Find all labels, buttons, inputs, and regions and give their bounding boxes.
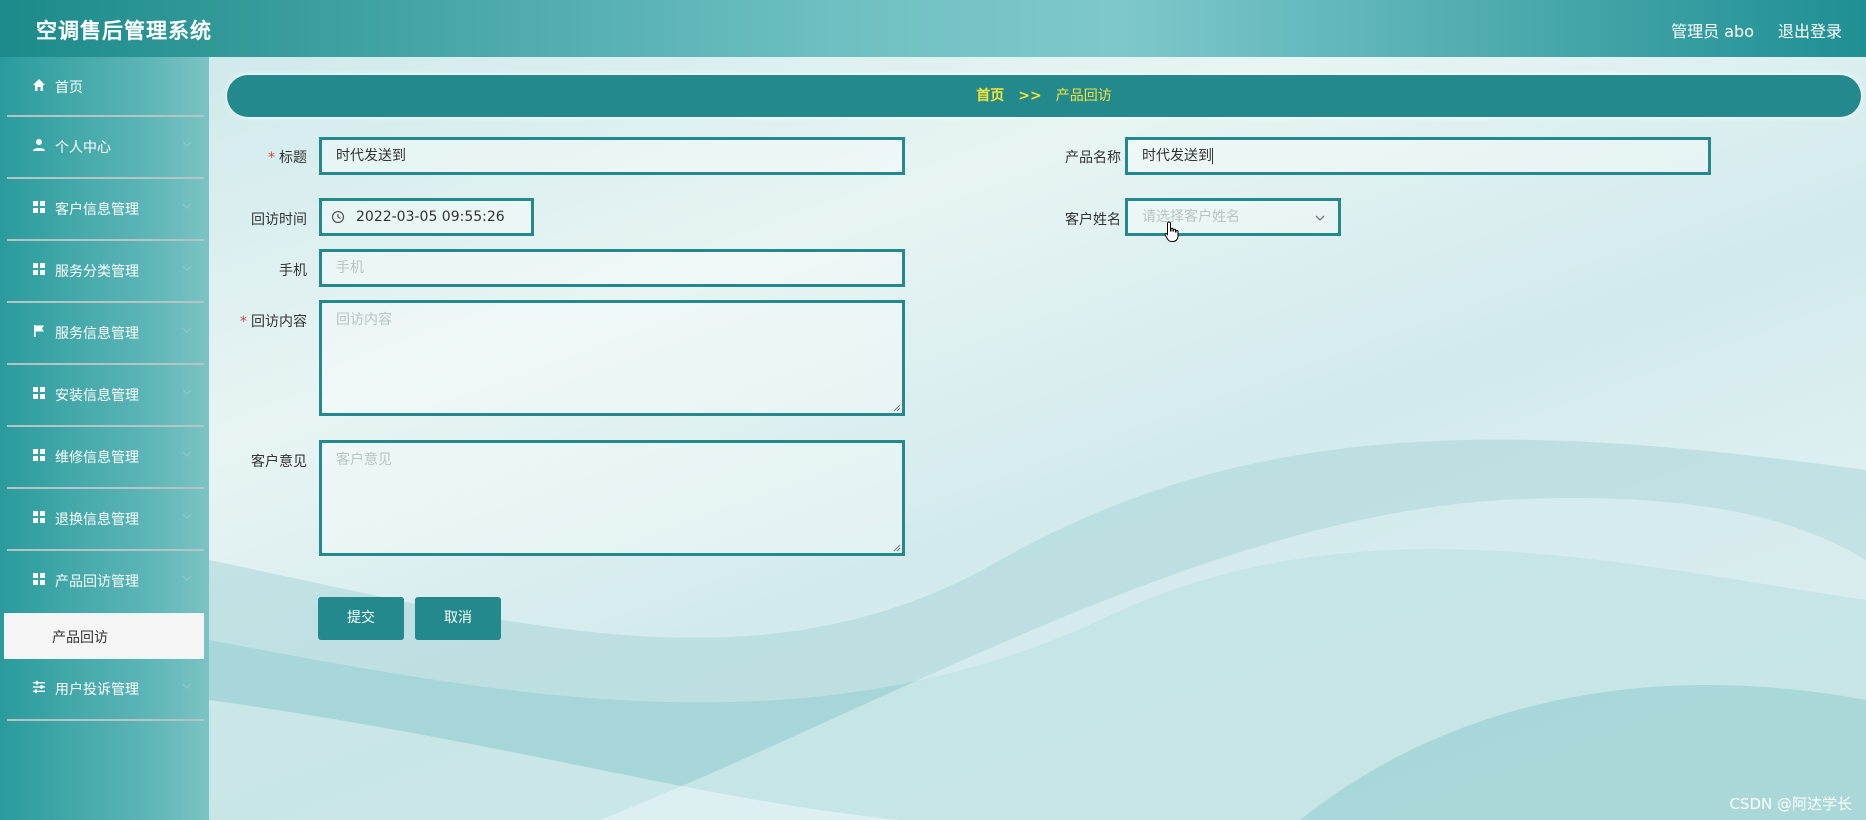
chevron-down-icon (182, 265, 192, 271)
breadcrumb-current: 产品回访 (1055, 88, 1112, 104)
chevron-down-icon (182, 327, 192, 333)
sidebar-item-label: 客户信息管理 (55, 202, 139, 218)
chevron-down-icon (182, 683, 192, 689)
clock-icon (331, 210, 345, 224)
home-icon (33, 79, 45, 91)
visit-content-label: * 回访内容 (240, 314, 307, 330)
chevron-down-icon (182, 203, 192, 209)
flag-icon (34, 325, 44, 337)
phone-input[interactable]: 手机 (319, 249, 905, 287)
sidebar: 首页 个人中心 客户信息管理 服务分类管理 服务信息管理 安装信息管理 维修信息… (0, 57, 209, 820)
grid-icon (33, 201, 45, 213)
title-label: * 标题 (268, 150, 307, 166)
sidebar-item-label: 退换信息管理 (55, 512, 139, 528)
required-mark: * (240, 314, 247, 330)
sidebar-item-complaint[interactable]: 用户投诉管理 (7, 659, 204, 721)
sidebar-item-label: 服务信息管理 (55, 326, 139, 342)
sidebar-item-label: 产品回访管理 (55, 574, 139, 590)
resize-handle-icon[interactable] (893, 404, 901, 412)
sidebar-item-install[interactable]: 安装信息管理 (7, 365, 204, 427)
chevron-down-icon (182, 389, 192, 395)
customer-opinion-label: 客户意见 (251, 454, 307, 470)
visit-content-placeholder: 回访内容 (336, 312, 392, 328)
required-mark: * (268, 150, 275, 166)
grid-icon (33, 387, 45, 399)
sidebar-item-service-category[interactable]: 服务分类管理 (7, 241, 204, 303)
user-label: 管理员 abo (1671, 22, 1754, 41)
sidebar-item-customer[interactable]: 客户信息管理 (7, 179, 204, 241)
chevron-down-icon (1315, 215, 1325, 221)
watermark: CSDN @阿达学长 (1729, 795, 1852, 813)
breadcrumb: 首页 >> 产品回访 (227, 75, 1861, 117)
customer-name-select[interactable]: 请选择客户姓名 (1125, 198, 1341, 242)
customer-name-placeholder: 请选择客户姓名 (1142, 209, 1240, 225)
grid-icon (33, 511, 45, 523)
cancel-button[interactable]: 取消 (415, 597, 501, 640)
title-input[interactable]: 时代发送到 (319, 137, 905, 175)
customer-name-label: 客户姓名 (1065, 212, 1121, 228)
phone-label: 手机 (279, 263, 307, 279)
sidebar-subitem-product-visit[interactable]: 产品回访 (4, 613, 204, 659)
sidebar-item-label: 首页 (55, 80, 83, 96)
user-icon (33, 139, 45, 151)
chevron-down-icon (182, 575, 192, 581)
logout-link[interactable]: 退出登录 (1778, 18, 1842, 42)
visit-time-picker[interactable]: 2022-03-05 09:55:26 (319, 198, 534, 236)
sidebar-item-home[interactable]: 首页 (7, 57, 204, 117)
sidebar-item-label: 个人中心 (55, 140, 111, 156)
breadcrumb-home[interactable]: 首页 (976, 88, 1004, 104)
visit-time-value: 2022-03-05 09:55:26 (356, 209, 505, 225)
sidebar-item-service-info[interactable]: 服务信息管理 (7, 303, 204, 365)
grid-icon (33, 573, 45, 585)
hand-cursor-icon (1164, 221, 1179, 242)
product-name-input[interactable]: 时代发送到 (1125, 137, 1711, 175)
sidebar-item-label: 安装信息管理 (55, 388, 139, 404)
customer-opinion-placeholder: 客户意见 (336, 452, 392, 468)
top-header: 空调售后管理系统 管理员 abo 退出登录 (0, 0, 1866, 57)
grid-icon (33, 449, 45, 461)
sidebar-item-repair[interactable]: 维修信息管理 (7, 427, 204, 489)
chevron-down-icon (182, 141, 192, 147)
chevron-down-icon (182, 513, 192, 519)
chevron-down-icon (182, 451, 192, 457)
sidebar-item-label: 服务分类管理 (55, 264, 139, 280)
visit-time-label: 回访时间 (251, 212, 307, 228)
sidebar-item-label: 用户投诉管理 (55, 682, 139, 698)
breadcrumb-separator: >> (1018, 88, 1042, 104)
sidebar-item-product-visit[interactable]: 产品回访管理 (7, 551, 204, 613)
submit-button[interactable]: 提交 (318, 597, 404, 640)
resize-handle-icon[interactable] (893, 544, 901, 552)
customer-opinion-textarea[interactable]: 客户意见 (319, 440, 905, 556)
grid-icon (33, 263, 45, 275)
app-title: 空调售后管理系统 (36, 19, 212, 43)
sliders-icon (33, 680, 45, 694)
visit-content-textarea[interactable]: 回访内容 (319, 300, 905, 416)
sidebar-item-label: 维修信息管理 (55, 450, 139, 466)
sidebar-subitem-label: 产品回访 (52, 630, 108, 646)
product-name-label: 产品名称 (1065, 150, 1121, 166)
sidebar-item-personal[interactable]: 个人中心 (7, 117, 204, 179)
sidebar-item-return[interactable]: 退换信息管理 (7, 489, 204, 551)
main-content: 首页 >> 产品回访 * 标题 时代发送到 产品名称 时代发送到 回访时间 2022-… (209, 57, 1866, 820)
